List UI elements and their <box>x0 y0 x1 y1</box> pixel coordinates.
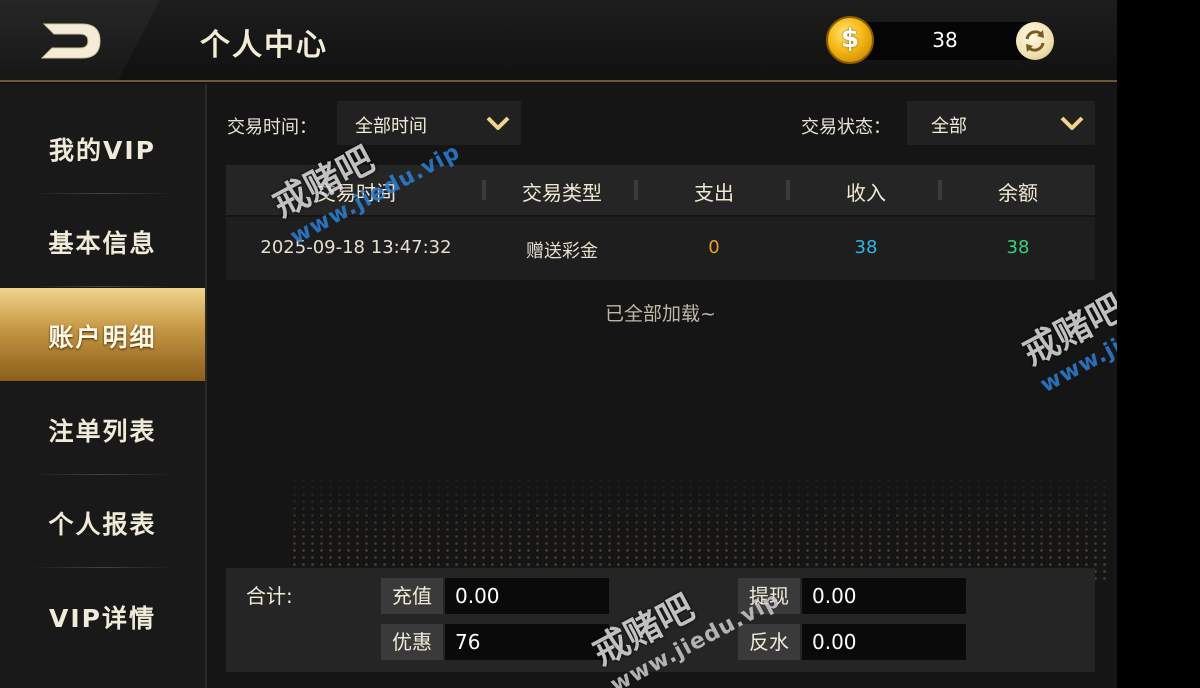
balance-value: 38 <box>932 28 958 52</box>
column-divider <box>634 180 638 200</box>
chevron-down-icon <box>1060 116 1084 130</box>
sidebar-item-label: 个人报表 <box>48 510 157 539</box>
column-divider <box>482 180 486 200</box>
sidebar-item-label: 基本信息 <box>48 229 157 258</box>
status-filter-label: 交易状态： <box>801 117 891 138</box>
screen-edge <box>1117 0 1200 688</box>
table-row: 2025-09-18 13:47:32 赠送彩金 0 38 38 <box>226 217 1095 280</box>
rebate-value: 0.00 <box>802 624 966 660</box>
cell-in: 38 <box>854 237 878 258</box>
decorative-particles <box>290 470 1110 580</box>
totals-label: 合计: <box>246 584 293 608</box>
sidebar-item-account-details[interactable]: 账户明细 <box>0 288 205 381</box>
recharge-label: 充值 <box>381 578 443 614</box>
back-arrow-icon <box>40 23 101 59</box>
page-title: 个人中心 <box>200 28 328 63</box>
chevron-down-icon <box>486 116 510 130</box>
divider <box>30 286 175 287</box>
sidebar-item-personal-report[interactable]: 个人报表 <box>0 475 205 568</box>
column-divider <box>938 180 942 200</box>
loaded-all-text: 已全部加载~ <box>605 303 716 325</box>
status-filter-select[interactable]: 全部 <box>907 101 1095 145</box>
column-header-balance: 余额 <box>998 181 1038 205</box>
refresh-icon <box>1025 30 1045 52</box>
rebate-label: 反水 <box>738 624 800 660</box>
recharge-value: 0.00 <box>445 578 609 614</box>
cell-type: 赠送彩金 <box>526 241 598 262</box>
cell-balance: 38 <box>1006 237 1030 258</box>
sidebar-item-label: 我的VIP <box>49 136 156 165</box>
bonus-label: 优惠 <box>381 624 443 660</box>
column-header-in: 收入 <box>846 181 886 205</box>
cell-time: 2025-09-18 13:47:32 <box>260 237 452 258</box>
refresh-button[interactable] <box>1016 22 1054 60</box>
header-bar: 个人中心 $ 38 <box>0 0 1117 82</box>
withdraw-value: 0.00 <box>802 578 966 614</box>
sidebar-item-basic-info[interactable]: 基本信息 <box>0 194 205 287</box>
time-filter-label: 交易时间： <box>227 117 317 138</box>
sidebar-item-label: 注单列表 <box>48 417 157 446</box>
divider <box>30 567 175 568</box>
sidebar-item-my-vip[interactable]: 我的VIP <box>0 101 205 194</box>
sidebar-item-bet-list[interactable]: 注单列表 <box>0 382 205 475</box>
sidebar: 我的VIP 基本信息 账户明细 注单列表 个人报表 VIP详情 <box>0 84 207 688</box>
back-button[interactable] <box>38 18 106 64</box>
column-header-out: 支出 <box>694 181 734 205</box>
column-divider <box>786 180 790 200</box>
sidebar-item-vip-details[interactable]: VIP详情 <box>0 569 205 662</box>
sidebar-item-label: 账户明细 <box>48 323 157 352</box>
status-filter-value: 全部 <box>931 116 967 137</box>
app-window: 个人中心 $ 38 我的VIP 基本信息 账户明细 注单列表 个人报表 VIP详… <box>0 0 1200 688</box>
column-header-type: 交易类型 <box>522 181 602 205</box>
sidebar-item-label: VIP详情 <box>49 604 156 633</box>
cell-out: 0 <box>708 237 720 258</box>
coin-icon: $ <box>826 16 874 64</box>
